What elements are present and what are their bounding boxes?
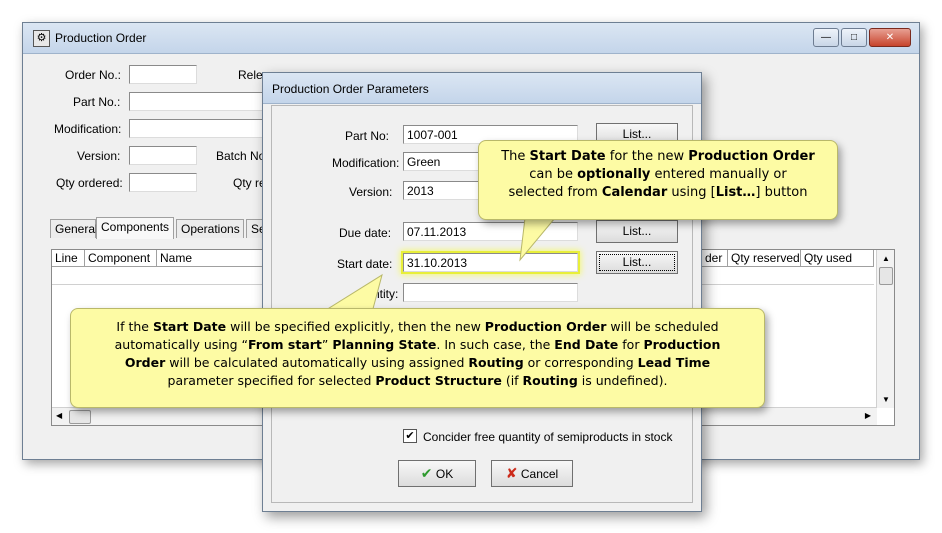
callout-bottom-line-4: parameter specified for selected Product…: [167, 373, 668, 388]
callout-top-line-2: can be optionally entered manually or: [529, 167, 787, 182]
top-callout-tail: [519, 217, 557, 262]
callout-top-line-3: selected from Calendar using [List…] but…: [508, 185, 808, 200]
callout-top-line-1: The Start Date for the new Production Or…: [501, 149, 815, 164]
callout-bottom-line-2: automatically using “From start” Plannin…: [114, 337, 721, 352]
callout-bottom-line-1: If the Start Date will be specified expl…: [116, 319, 719, 334]
start-date-info-callout: The Start Date for the new Production Or…: [478, 140, 838, 220]
callout-tails: [308, 217, 557, 321]
scheduling-info-callout: If the Start Date will be specified expl…: [70, 308, 765, 408]
callout-bottom-line-3: Order will be calculated automatically u…: [124, 355, 711, 370]
